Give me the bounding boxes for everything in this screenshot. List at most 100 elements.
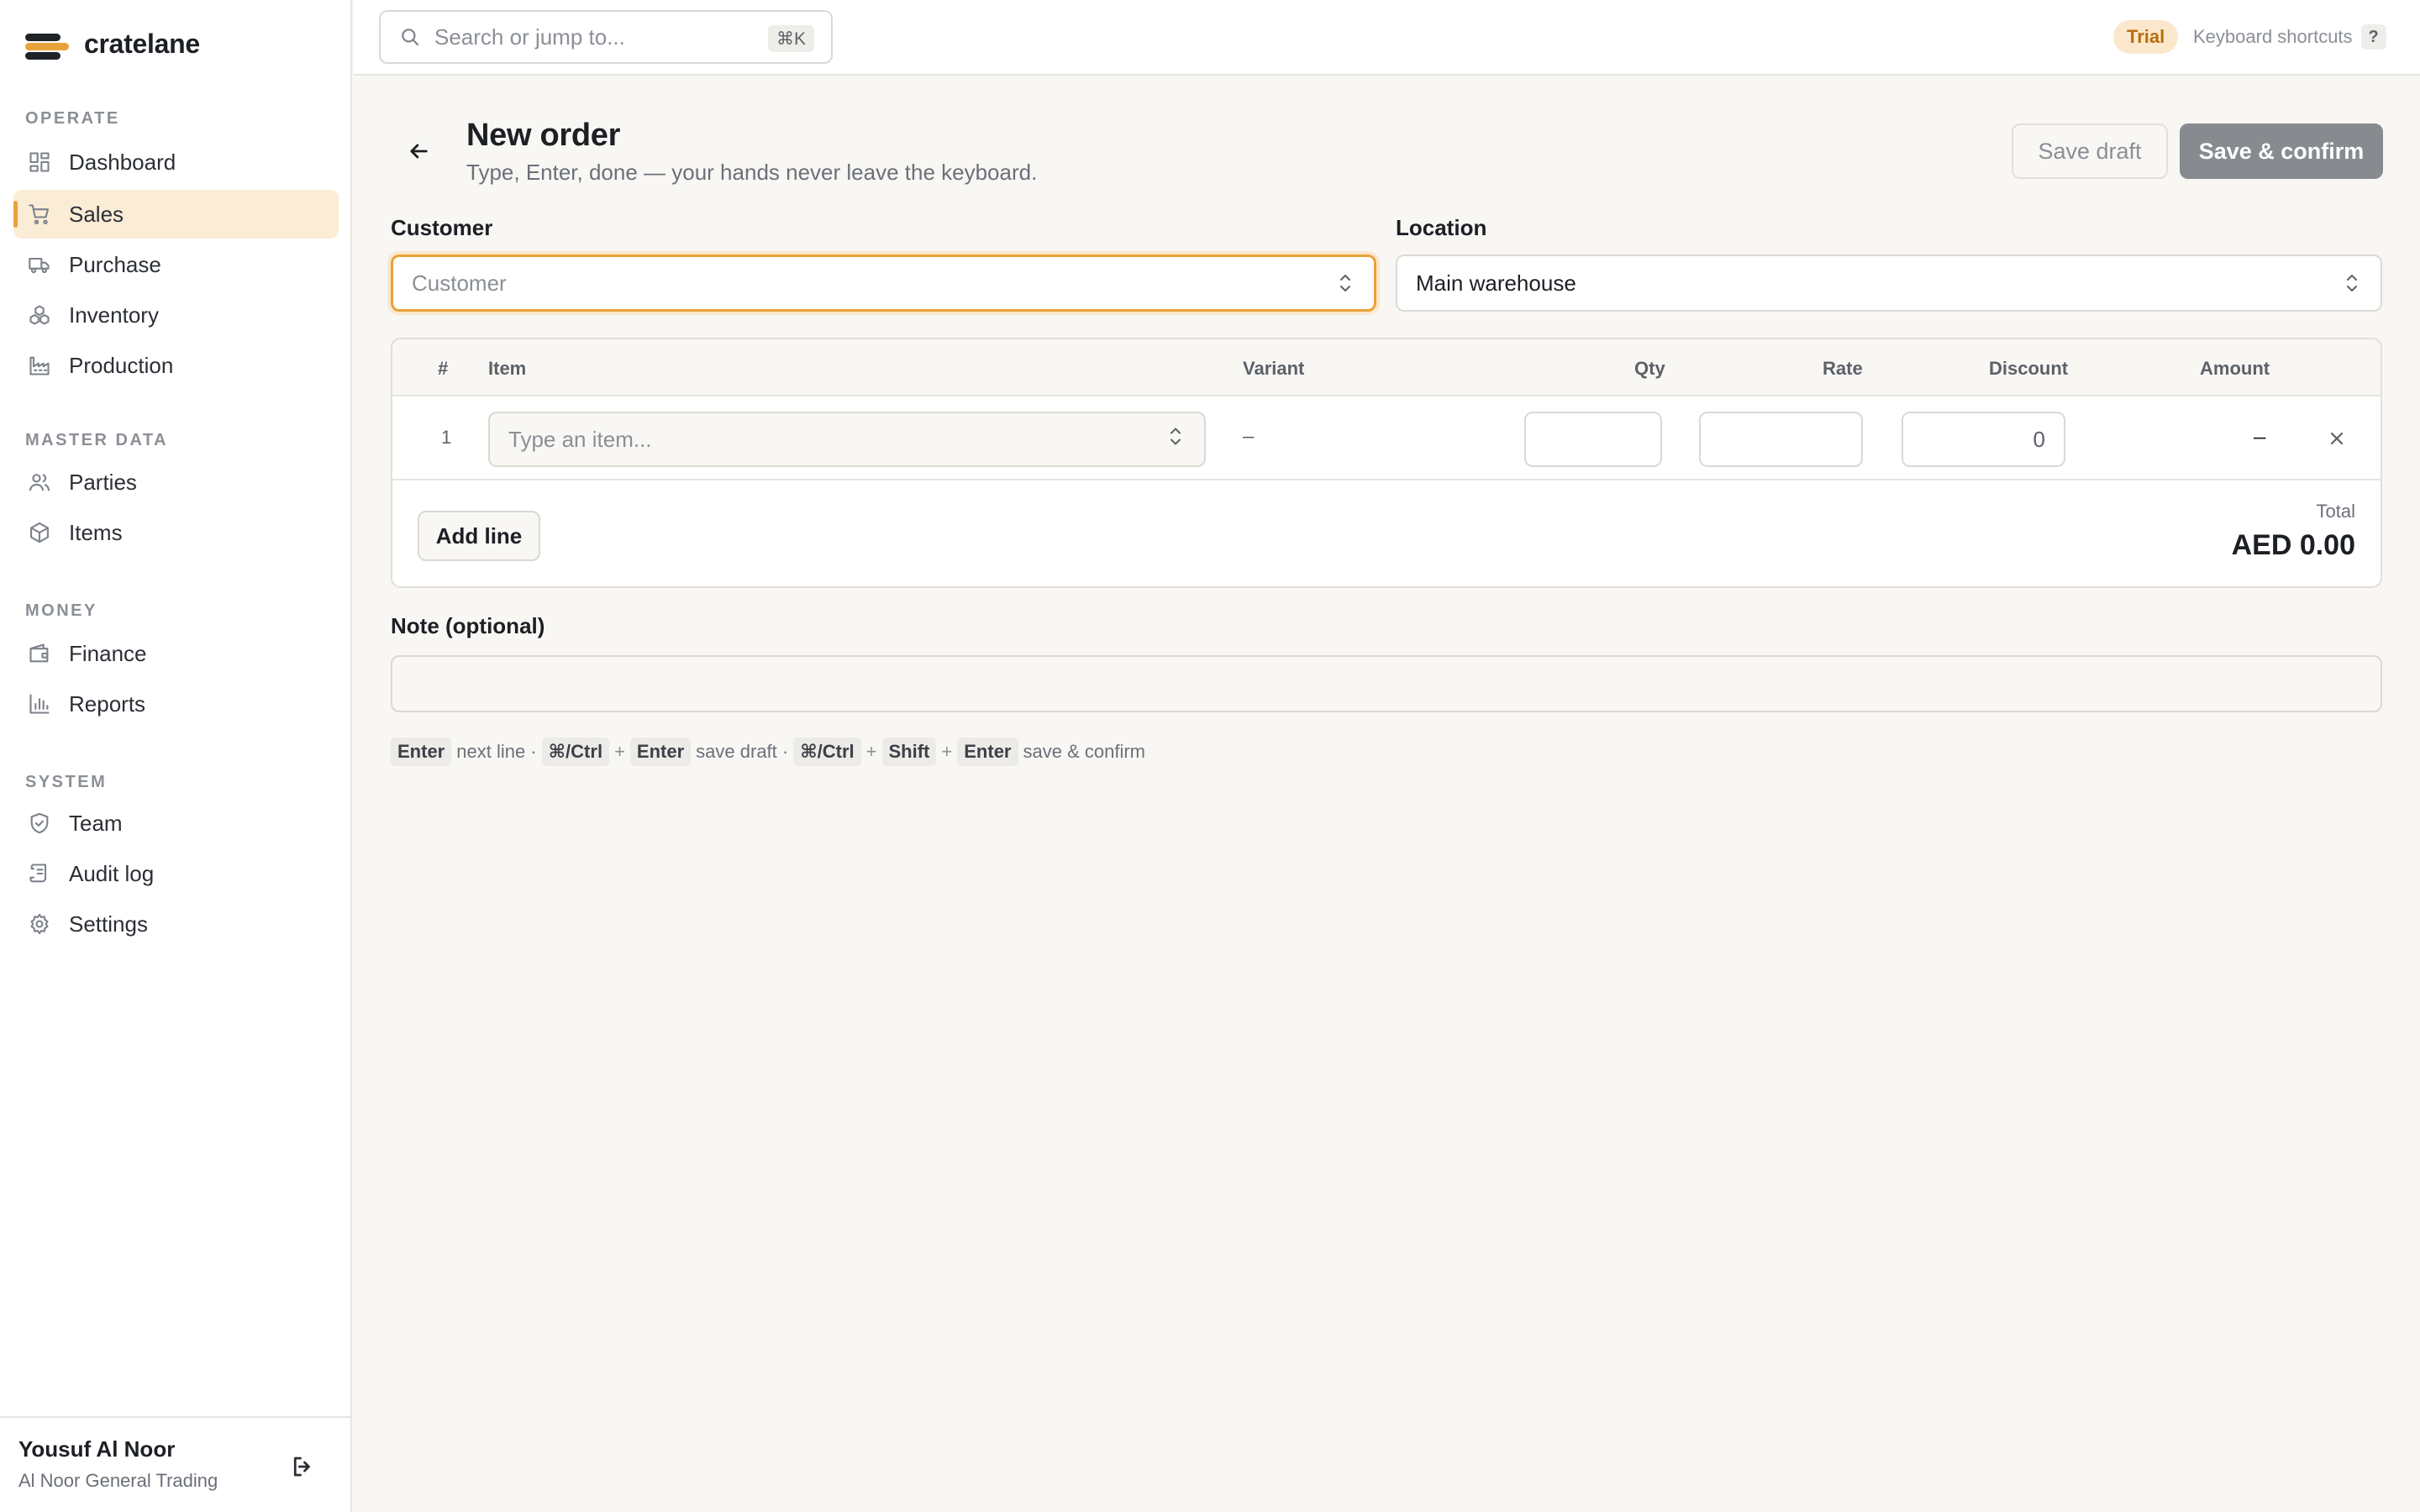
sidebar-item-dashboard[interactable]: Dashboard (13, 138, 339, 186)
sidebar-item-reports[interactable]: Reports (13, 680, 339, 728)
qty-input[interactable] (1524, 412, 1662, 467)
table-row: 1 Type an item... – 0 – (392, 396, 2381, 480)
user-panel: Yousuf Al Noor Al Noor General Trading (0, 1416, 352, 1512)
item-select[interactable]: Type an item... (488, 412, 1206, 467)
col-number: # (438, 358, 449, 379)
note-input[interactable] (391, 655, 2382, 712)
sidebar-item-label: Dashboard (69, 149, 176, 175)
sidebar-item-label: Purchase (69, 251, 161, 277)
kbd-enter: Enter (957, 738, 1018, 766)
factory-icon (27, 353, 52, 378)
cart-icon (27, 202, 52, 227)
sidebar-item-settings[interactable]: Settings (13, 900, 339, 948)
sidebar-item-label: Finance (69, 640, 147, 666)
col-item: Item (488, 358, 527, 379)
trial-badge: Trial (2113, 20, 2179, 54)
sidebar-item-items[interactable]: Items (13, 508, 339, 557)
kbd-enter: Enter (629, 738, 692, 766)
location-value: Main warehouse (1416, 270, 1576, 296)
col-rate: Rate (1823, 358, 1863, 379)
truck-icon (27, 252, 52, 277)
back-button[interactable] (402, 134, 435, 168)
boxes-icon (27, 302, 52, 328)
sidebar-item-label: Sales (69, 201, 124, 227)
scroll-icon (27, 861, 52, 886)
discount-input[interactable]: 0 (1902, 412, 2065, 467)
sidebar-item-label: Audit log (69, 860, 155, 886)
sidebar-item-parties[interactable]: Parties (13, 458, 339, 507)
gear-icon (27, 911, 52, 937)
sidebar-item-label: Production (69, 352, 174, 378)
sidebar-item-label: Reports (69, 690, 146, 717)
customer-placeholder: Customer (412, 270, 507, 296)
sidebar-item-inventory[interactable]: Inventory (13, 291, 339, 339)
sidebar-item-production[interactable]: Production (13, 341, 339, 390)
col-amount: Amount (2200, 358, 2270, 379)
save-confirm-button[interactable]: Save & confirm (2180, 123, 2383, 179)
add-line-button[interactable]: Add line (418, 511, 540, 561)
col-variant: Variant (1243, 358, 1305, 379)
sidebar-item-label: Parties (69, 469, 137, 495)
users-icon (27, 470, 52, 495)
help-key: ? (2360, 24, 2386, 50)
kbd-enter: Enter (391, 738, 452, 766)
col-qty: Qty (1634, 358, 1665, 379)
hint-plus: + (865, 741, 877, 762)
sidebar-item-sales[interactable]: Sales (13, 190, 339, 239)
total-value: AED 0.00 (2231, 529, 2355, 561)
hint-text: save draft · (696, 741, 789, 762)
sidebar-item-purchase[interactable]: Purchase (13, 240, 339, 289)
search-input[interactable]: Search or jump to... ⌘K (379, 10, 833, 64)
kbd-shift: Shift (881, 738, 937, 766)
page-subtitle: Type, Enter, done — your hands never lea… (466, 160, 1038, 185)
customer-label: Customer (391, 215, 493, 240)
order-lines-table: # Item Variant Qty Rate Discount Amount … (391, 338, 2382, 588)
remove-line-button[interactable] (2320, 422, 2354, 455)
nav-group-operate: OPERATE (25, 109, 120, 128)
chevron-up-down-icon (2342, 270, 2362, 296)
amount-value: – (2254, 423, 2266, 449)
hint-text: save & confirm (1023, 741, 1146, 762)
chevron-up-down-icon (1165, 424, 1186, 455)
line-number: 1 (441, 427, 452, 448)
customer-select[interactable]: Customer (391, 255, 1376, 312)
arrow-left-icon (410, 144, 428, 159)
hint-plus: + (614, 741, 625, 762)
kbd-mod: ⌘/Ctrl (541, 738, 610, 766)
sidebar-item-label: Items (69, 519, 123, 545)
location-select[interactable]: Main warehouse (1396, 255, 2382, 312)
item-placeholder: Type an item... (508, 426, 652, 452)
user-org: Al Noor General Trading (18, 1470, 218, 1491)
search-shortcut-hint: ⌘K (767, 25, 814, 52)
variant-value: – (1243, 425, 1255, 448)
nav-group-money: MONEY (25, 601, 97, 620)
keyboard-shortcuts-link[interactable]: Keyboard shortcuts ? (2193, 20, 2386, 54)
brand-name: cratelane (84, 29, 200, 59)
topbar: Search or jump to... ⌘K Trial Keyboard s… (354, 0, 2420, 76)
sidebar-item-team[interactable]: Team (13, 799, 339, 848)
chevron-up-down-icon (1335, 270, 1355, 296)
total-label: Total (2316, 501, 2355, 522)
sidebar-item-finance[interactable]: Finance (13, 629, 339, 678)
sidebar-item-label: Settings (69, 911, 148, 937)
kbd-mod: ⌘/Ctrl (793, 738, 861, 766)
rate-input[interactable] (1699, 412, 1863, 467)
logout-button[interactable] (286, 1450, 319, 1483)
bar-chart-icon (27, 691, 52, 717)
shield-icon (27, 811, 52, 836)
sidebar-item-label: Team (69, 810, 123, 836)
page-title: New order (466, 118, 621, 153)
sidebar: cratelane OPERATE Dashboard Sales Purcha… (0, 0, 352, 1512)
close-icon (2330, 432, 2344, 445)
sidebar-item-audit-log[interactable]: Audit log (13, 849, 339, 898)
note-label: Note (optional) (391, 613, 545, 638)
search-icon (402, 29, 419, 46)
user-name: Yousuf Al Noor (18, 1436, 176, 1462)
hint-text: next line · (456, 741, 537, 762)
keyboard-hints: Enter next line · ⌘/Ctrl + Enter save dr… (391, 738, 1145, 766)
nav-group-system: SYSTEM (25, 773, 108, 791)
brand-logo[interactable]: cratelane (25, 29, 200, 60)
location-label: Location (1396, 215, 1487, 240)
logout-icon (293, 1457, 310, 1477)
save-draft-button[interactable]: Save draft (2012, 123, 2168, 179)
